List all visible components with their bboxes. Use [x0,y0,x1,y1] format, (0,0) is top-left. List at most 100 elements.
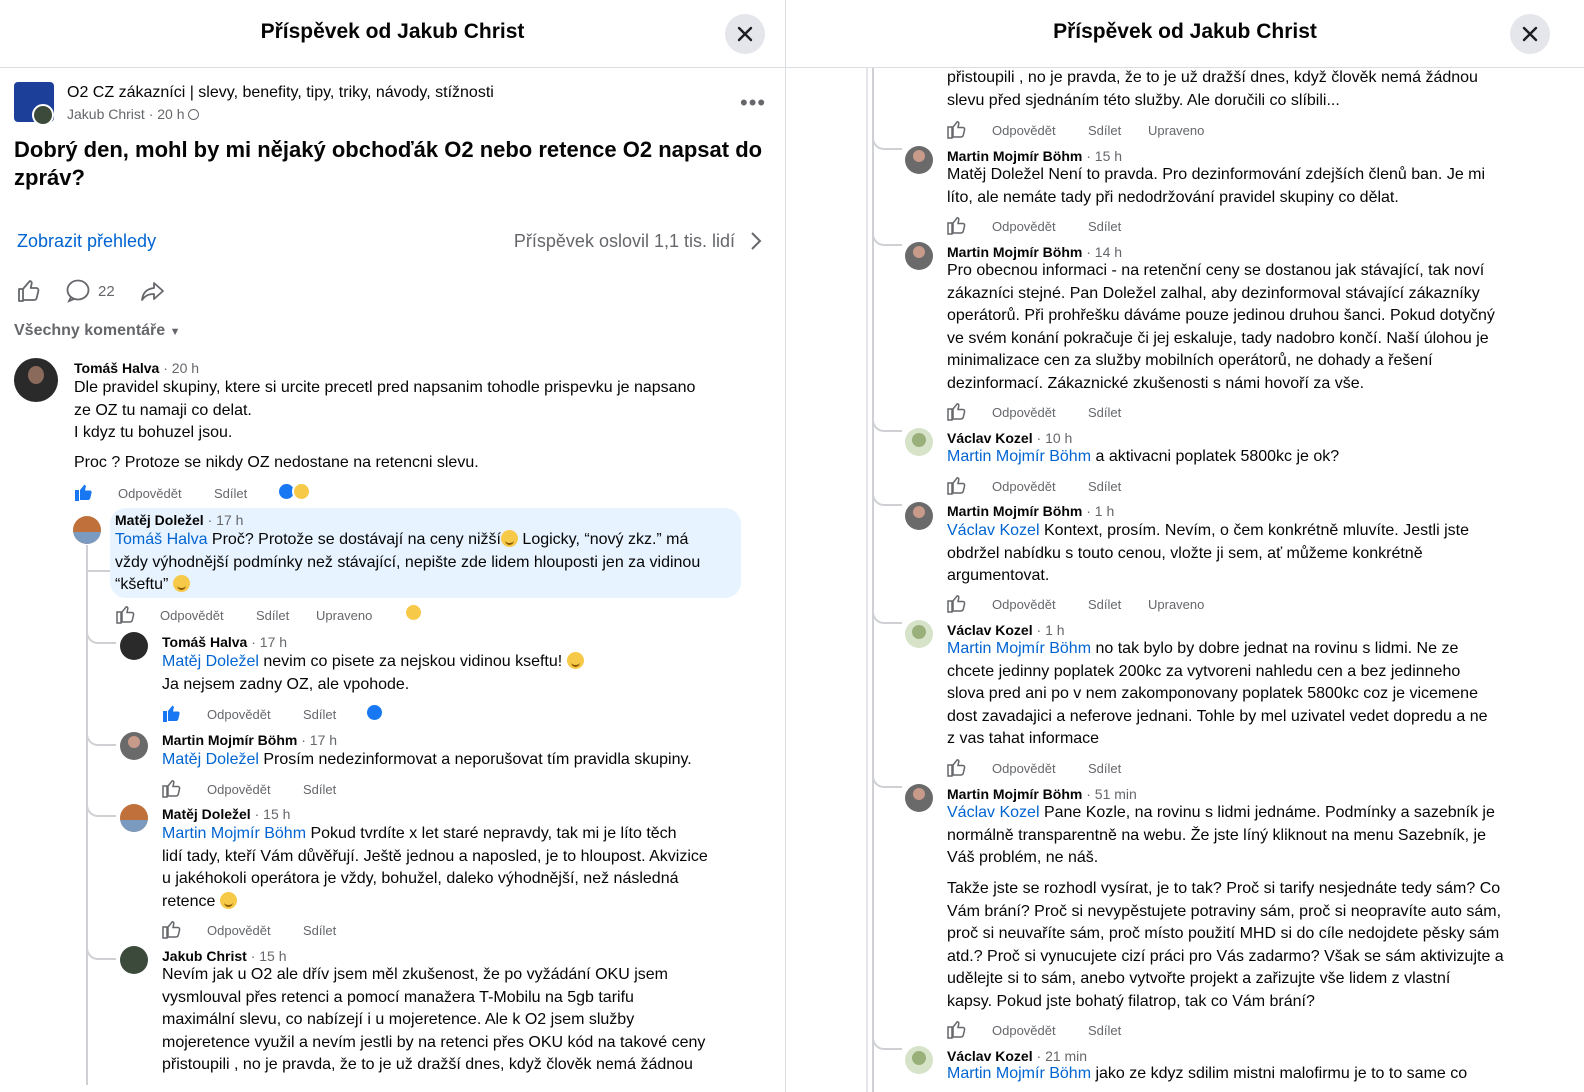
reply-button[interactable]: Odpovědět [992,761,1056,776]
reply-button[interactable]: Odpovědět [992,1023,1056,1038]
comment-author[interactable]: Martin Mojmír Böhm · 15 h [947,148,1122,164]
share-button[interactable] [140,278,166,304]
view-insights-link[interactable]: Zobrazit přehledy [17,231,156,252]
mention-link[interactable]: Tomáš Halva [115,531,207,548]
avatar[interactable] [120,632,148,660]
laugh-emoji-icon [566,652,584,669]
haha-reaction-icon[interactable] [292,482,311,501]
thread-line [86,700,116,746]
comment-author[interactable]: Václav Kozel · 1 h [947,622,1065,638]
edited-label[interactable]: Upraveno [316,608,372,623]
reply-button[interactable]: Odpovědět [207,782,271,797]
reply-button[interactable]: Odpovědět [992,405,1056,420]
comment-author[interactable]: Václav Kozel · 10 h [947,430,1072,446]
share-link[interactable]: Sdílet [303,923,336,938]
author-avatar[interactable] [32,104,54,126]
avatar[interactable] [905,146,933,174]
comment-author[interactable]: Martin Mojmír Böhm · 17 h [162,732,337,748]
share-link[interactable]: Sdílet [1088,123,1121,138]
comment-author[interactable]: Martin Mojmír Böhm · 14 h [947,244,1122,260]
group-avatar[interactable] [14,82,54,126]
comment-button[interactable]: 22 [66,278,115,304]
like-button[interactable] [16,278,42,304]
avatar[interactable] [14,358,58,402]
like-button[interactable] [947,401,967,421]
like-button[interactable] [947,1019,967,1039]
avatar[interactable] [905,428,933,456]
reply-button[interactable]: Odpovědět [118,486,182,501]
edited-label[interactable]: Upraveno [1148,123,1204,138]
share-link[interactable]: Sdílet [1088,479,1121,494]
mention-link[interactable]: Václav Kozel [947,522,1040,539]
reply-button[interactable]: Odpovědět [207,923,271,938]
mention-link[interactable]: Martin Mojmír Böhm [947,640,1091,657]
more-options-icon[interactable]: ••• [740,90,766,116]
mention-link[interactable]: Martin Mojmír Böhm [947,1065,1091,1082]
share-link[interactable]: Sdílet [1088,405,1121,420]
comment-text: Proc ? Protoze se nikdy OZ nedostane na … [74,454,479,471]
share-link[interactable]: Sdílet [1088,219,1121,234]
post-reach[interactable]: Příspěvek oslovil 1,1 tis. lidí [514,231,735,252]
haha-reaction-icon[interactable] [404,603,423,622]
like-button[interactable] [947,475,967,495]
thread-line [86,570,112,572]
mention-link[interactable]: Martin Mojmír Böhm [947,448,1091,465]
avatar[interactable] [905,502,933,530]
comment-author[interactable]: Tomáš Halva · 17 h [162,634,287,650]
group-name-link[interactable]: O2 CZ zákazníci | slevy, benefity, tipy,… [67,84,494,102]
like-button[interactable] [947,215,967,235]
globe-icon [188,109,200,120]
like-button[interactable] [947,757,967,777]
reply-button[interactable]: Odpovědět [992,479,1056,494]
comment-filter-dropdown[interactable]: Všechny komentáře ▼ [14,322,181,340]
mention-link[interactable]: Václav Kozel [947,804,1040,821]
comment-author[interactable]: Matěj Doležel · 17 h [115,512,243,528]
like-button[interactable] [947,593,967,613]
dialog-title: Příspěvek od Jakub Christ [1053,20,1317,43]
share-link[interactable]: Sdílet [303,782,336,797]
reply-button[interactable]: Odpovědět [992,219,1056,234]
mention-link[interactable]: Martin Mojmír Böhm [162,825,306,842]
like-button[interactable] [74,482,94,502]
mention-link[interactable]: Matěj Doležel [162,751,259,768]
avatar[interactable] [905,242,933,270]
comment-author[interactable]: Martin Mojmír Böhm · 1 h [947,503,1114,519]
like-button[interactable] [947,119,967,139]
avatar[interactable] [73,516,101,544]
avatar[interactable] [905,1046,933,1074]
comment-author[interactable]: Martin Mojmír Böhm · 51 min [947,786,1137,802]
reply-button[interactable]: Odpovědět [992,123,1056,138]
close-button[interactable] [1510,14,1550,54]
mention-link[interactable]: Matěj Doležel [162,653,259,670]
reply-button[interactable]: Odpovědět [992,597,1056,612]
like-button[interactable] [116,604,136,624]
comment-author[interactable]: Matěj Doležel · 15 h [162,806,290,822]
author-name[interactable]: Jakub Christ [67,106,145,122]
like-button[interactable] [162,703,182,723]
post-time[interactable]: 20 h [157,106,184,122]
like-reaction-icon[interactable] [365,703,384,722]
comment-filter-label: Všechny komentáře [14,322,166,339]
share-link[interactable]: Sdílet [214,486,247,501]
share-link[interactable]: Sdílet [1088,597,1121,612]
share-link[interactable]: Sdílet [1088,761,1121,776]
edited-label[interactable]: Upraveno [1148,597,1204,612]
share-link[interactable]: Sdílet [1088,1023,1121,1038]
avatar[interactable] [120,804,148,832]
avatar[interactable] [120,732,148,760]
like-button[interactable] [162,778,182,798]
chevron-right-icon[interactable] [748,230,764,252]
comment-author[interactable]: Tomáš Halva · 20 h [74,360,199,376]
share-link[interactable]: Sdílet [256,608,289,623]
share-link[interactable]: Sdílet [303,707,336,722]
reply-button[interactable]: Odpovědět [207,707,271,722]
avatar[interactable] [905,620,933,648]
close-icon [1522,26,1538,42]
reply-button[interactable]: Odpovědět [160,608,224,623]
like-button[interactable] [162,919,182,939]
avatar[interactable] [905,784,933,812]
close-button[interactable] [725,14,765,54]
avatar[interactable] [120,946,148,974]
comment-author[interactable]: Jakub Christ · 15 h [162,948,287,964]
comment-author[interactable]: Václav Kozel · 21 min [947,1048,1087,1064]
